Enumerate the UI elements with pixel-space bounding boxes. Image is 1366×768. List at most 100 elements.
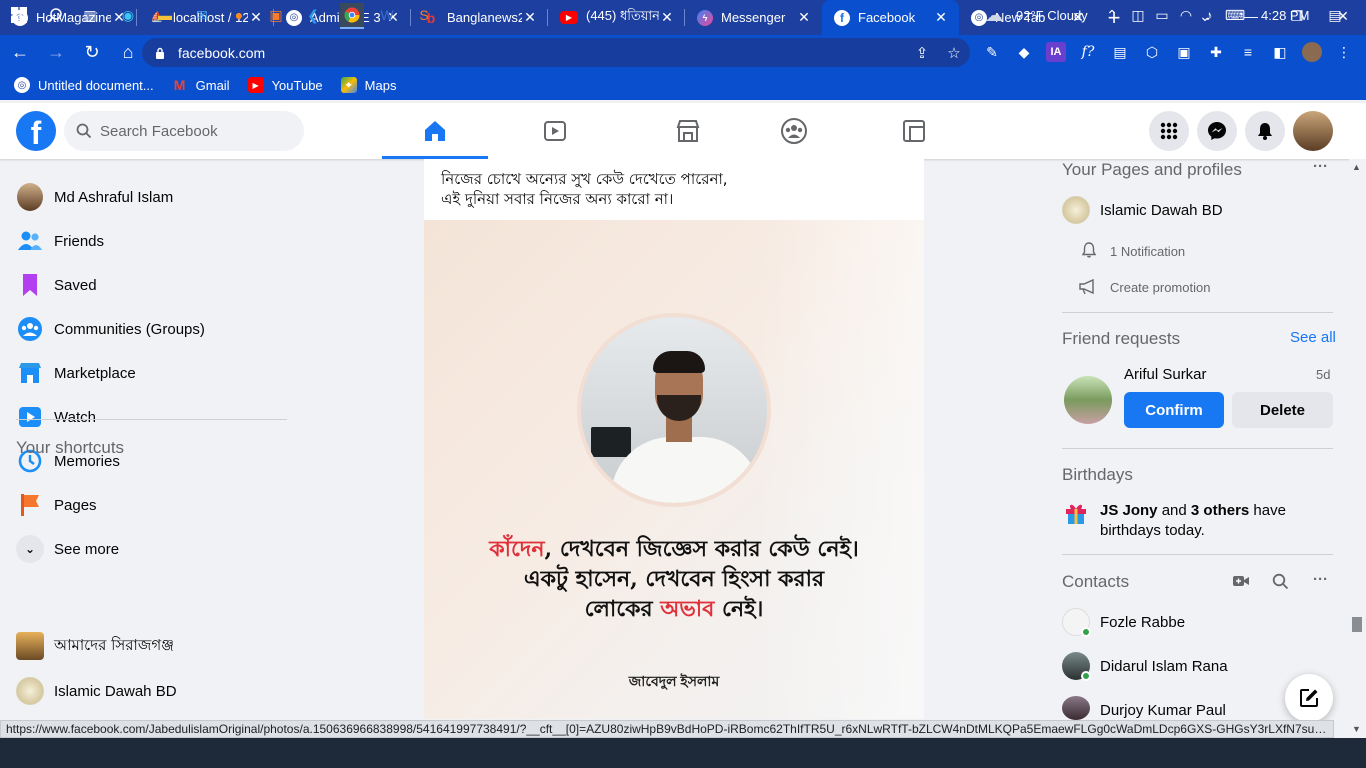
tab-youtube[interactable]: ▶ (445) ধতিয়ান ✕ bbox=[548, 0, 685, 35]
sidebar-item-watch[interactable]: Watch bbox=[16, 397, 296, 437]
sidebar-see-more[interactable]: ⌄ See more bbox=[16, 529, 296, 569]
notification-center-icon[interactable]: ▤ bbox=[1325, 5, 1345, 25]
scroll-up-arrow[interactable]: ▲ bbox=[1352, 162, 1361, 172]
delete-button[interactable]: Delete bbox=[1232, 392, 1333, 428]
cube-extension-icon[interactable]: ⬡ bbox=[1142, 42, 1162, 62]
contact-name[interactable]: Didarul Islam Rana bbox=[1100, 658, 1228, 675]
close-icon[interactable]: ✕ bbox=[248, 9, 264, 26]
tab-facebook[interactable]: f Facebook ✕ bbox=[822, 0, 959, 35]
notification-count[interactable]: 1 Notification bbox=[1110, 244, 1185, 259]
vscode-icon[interactable]: ❮ bbox=[303, 5, 323, 25]
nav-watch[interactable] bbox=[502, 103, 608, 159]
gift-icon bbox=[1066, 504, 1086, 524]
close-icon[interactable]: ✕ bbox=[933, 9, 949, 26]
share-icon[interactable]: ⇪ bbox=[906, 44, 938, 62]
video-call-icon[interactable] bbox=[1232, 574, 1250, 588]
search-facebook-input[interactable]: Search Facebook bbox=[64, 111, 304, 151]
forward-button[interactable]: → bbox=[40, 37, 72, 69]
ia-extension-icon[interactable]: IA bbox=[1046, 42, 1066, 62]
account-avatar[interactable] bbox=[1293, 111, 1333, 151]
new-message-button[interactable] bbox=[1285, 674, 1333, 722]
search-icon[interactable] bbox=[45, 5, 65, 25]
close-icon[interactable]: ✕ bbox=[659, 9, 675, 26]
close-icon[interactable]: ✕ bbox=[522, 9, 538, 26]
mail-icon[interactable]: ✉ bbox=[192, 5, 212, 25]
xampp-icon[interactable]: ▣ bbox=[266, 5, 286, 25]
messenger-button[interactable] bbox=[1197, 111, 1237, 151]
contact-name[interactable]: Durjoy Kumar Paul bbox=[1100, 702, 1226, 720]
facebook-logo[interactable]: f bbox=[16, 111, 56, 151]
nav-groups[interactable] bbox=[741, 103, 847, 159]
firefox-icon[interactable]: ● bbox=[229, 5, 249, 25]
home-button[interactable]: ⌂ bbox=[112, 37, 144, 69]
more-options-icon[interactable]: ··· bbox=[1313, 571, 1328, 588]
tab-messenger[interactable]: ϟ Messenger ✕ bbox=[685, 0, 822, 35]
scrollbar-thumb[interactable] bbox=[1352, 617, 1362, 632]
shortcut-item[interactable]: আমাদের সিরাজগঞ্জ bbox=[16, 626, 296, 666]
page-scrollbar[interactable] bbox=[1349, 159, 1366, 737]
ethereum-extension-icon[interactable]: ◆ bbox=[1014, 42, 1034, 62]
close-icon[interactable]: ✕ bbox=[796, 9, 812, 26]
contact-name[interactable]: Fozle Rabbe bbox=[1100, 614, 1185, 631]
profile-avatar[interactable] bbox=[1302, 42, 1322, 62]
file-explorer-icon[interactable]: ▬ bbox=[155, 5, 175, 25]
keyboard-layout-icon[interactable]: ⌨ bbox=[1222, 5, 1248, 25]
notes-extension-icon[interactable]: ▤ bbox=[1110, 42, 1130, 62]
bookmark-youtube[interactable]: ▶ YouTube bbox=[247, 77, 323, 93]
sublime-icon[interactable]: S bbox=[414, 5, 434, 25]
create-promotion-link[interactable]: Create promotion bbox=[1110, 280, 1210, 295]
bookmark-untitled-document[interactable]: ◎ Untitled document... bbox=[14, 77, 154, 93]
nav-gaming[interactable] bbox=[861, 103, 967, 159]
scroll-down-arrow[interactable]: ▼ bbox=[1352, 724, 1361, 734]
edge-icon[interactable]: ◉ bbox=[118, 5, 138, 25]
sidebar-item-profile[interactable]: Md Ashraful Islam bbox=[16, 177, 296, 217]
nav-marketplace[interactable] bbox=[635, 103, 741, 159]
bookmark-gmail[interactable]: M Gmail bbox=[172, 77, 230, 93]
page-name[interactable]: Islamic Dawah BD bbox=[1100, 202, 1223, 219]
chrome-menu-icon[interactable]: ⋮ bbox=[1334, 42, 1354, 62]
notifications-button[interactable] bbox=[1245, 111, 1285, 151]
bookmark-maps[interactable]: ⌖ Maps bbox=[340, 77, 396, 93]
sidebar-item-marketplace[interactable]: Marketplace bbox=[16, 353, 296, 393]
sidebar-item-saved[interactable]: Saved bbox=[16, 265, 296, 305]
birthday-others[interactable]: 3 others bbox=[1191, 502, 1249, 519]
shortcut-item[interactable]: Islamic Dawah BD bbox=[16, 671, 296, 711]
see-all-link[interactable]: See all bbox=[1290, 329, 1336, 346]
confirm-button[interactable]: Confirm bbox=[1124, 392, 1224, 428]
windows-start-icon[interactable] bbox=[9, 5, 29, 25]
friend-request-avatar[interactable] bbox=[1064, 376, 1112, 424]
menu-button[interactable] bbox=[1149, 111, 1189, 151]
search-icon[interactable] bbox=[1272, 573, 1289, 590]
friend-request-name[interactable]: Ariful Surkar bbox=[1124, 366, 1207, 383]
sidebar-item-friends[interactable]: Friends bbox=[16, 221, 296, 261]
reload-button[interactable]: ↻ bbox=[76, 37, 108, 69]
glasses-extension-icon[interactable]: ▣ bbox=[1174, 42, 1194, 62]
formula-extension-icon[interactable]: f? bbox=[1078, 42, 1098, 62]
page-avatar[interactable] bbox=[1062, 196, 1090, 224]
back-button[interactable]: ← bbox=[4, 37, 36, 69]
contact-avatar[interactable] bbox=[1062, 696, 1090, 720]
chrome-icon[interactable] bbox=[340, 3, 364, 29]
volume-icon[interactable]: ♪ bbox=[1199, 5, 1219, 25]
post-image[interactable]: কাঁদেন, দেখবেন জিজ্ঞেস করার কেউ নেই। একট… bbox=[424, 220, 924, 719]
task-view-icon[interactable]: ▥ bbox=[80, 5, 100, 25]
wifi-icon[interactable]: ◠ bbox=[1176, 5, 1196, 25]
sidebar-item-label: Pages bbox=[54, 496, 97, 514]
address-bar[interactable]: facebook.com ⇪ ☆ bbox=[142, 38, 970, 67]
sidebar-item-groups[interactable]: Communities (Groups) bbox=[16, 309, 296, 349]
media-control-icon[interactable]: ≡ bbox=[1238, 42, 1258, 62]
clock-time[interactable]: 4:28 PM bbox=[1261, 8, 1309, 23]
color-picker-extension-icon[interactable]: ✎ bbox=[982, 42, 1002, 62]
more-options-icon[interactable]: ··· bbox=[1313, 158, 1328, 175]
keyboard-icon[interactable]: ▭ bbox=[1152, 5, 1172, 25]
side-panel-icon[interactable]: ◧ bbox=[1270, 42, 1290, 62]
sidebar-item-pages[interactable]: Pages bbox=[16, 485, 296, 525]
nav-home[interactable] bbox=[382, 103, 488, 159]
chevron-up-icon[interactable]: ⌃ bbox=[1102, 5, 1122, 25]
extensions-puzzle-icon[interactable]: ✚ bbox=[1206, 42, 1226, 62]
weather-text[interactable]: 92°F Cloudy bbox=[1016, 8, 1088, 23]
bookmark-star-icon[interactable]: ☆ bbox=[938, 44, 970, 62]
network-icon[interactable]: ◫ bbox=[1128, 5, 1148, 25]
word-icon[interactable]: W bbox=[377, 5, 397, 25]
birthday-name[interactable]: JS Jony bbox=[1100, 502, 1158, 519]
